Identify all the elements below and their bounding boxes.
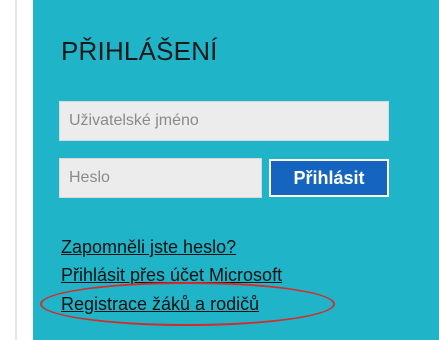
password-input[interactable]: [59, 158, 262, 198]
username-input[interactable]: [59, 101, 389, 141]
login-title: PŘIHLÁŠENÍ: [61, 36, 218, 66]
microsoft-login-link[interactable]: Přihlásit přes účet Microsoft: [61, 264, 282, 286]
forgot-password-link[interactable]: Zapomněli jste heslo?: [61, 236, 236, 258]
page-divider-line: [15, 0, 17, 340]
login-panel: PŘIHLÁŠENÍ Přihlásit Zapomněli jste hesl…: [33, 0, 439, 340]
registration-link[interactable]: Registrace žáků a rodičů: [61, 293, 259, 315]
login-button[interactable]: Přihlásit: [269, 159, 389, 197]
